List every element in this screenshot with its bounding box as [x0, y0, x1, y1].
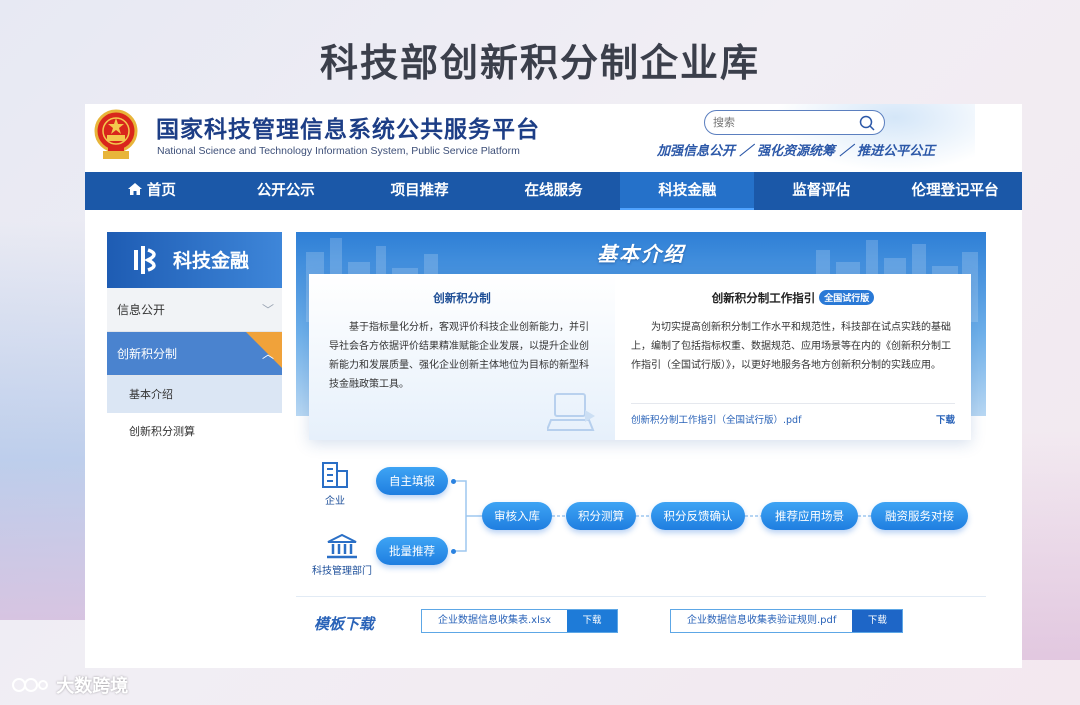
search-input[interactable]: [713, 116, 853, 129]
template-file-name[interactable]: 企业数据信息收集表验证规则.pdf: [671, 610, 853, 632]
card-text: 基于指标量化分析，客观评价科技企业创新能力，并引导社会各方依据评价结果精准赋能企…: [329, 322, 589, 390]
guide-download-button[interactable]: 下载: [936, 412, 955, 426]
sidebar: 科技金融 信息公开 ﹀ 创新积分制 ︿ 基本介绍 创新积分测算: [107, 232, 282, 450]
sidebar-item-label: 信息公开: [117, 303, 166, 317]
search-box[interactable]: [704, 110, 885, 135]
enterprise-building-icon: [322, 462, 348, 488]
flow-step-feedback: 积分反馈确认: [651, 502, 745, 530]
main-nav: 首页 公开公示 项目推荐 在线服务 科技金融 监督评估 伦理登记平台: [85, 172, 1022, 210]
card-work-guide: 创新积分制工作指引 全国试行版 为切实提高创新积分制工作水平和规范性，科技部在试点…: [615, 274, 971, 440]
watermark: 大数跨境: [10, 672, 128, 698]
template-file-name[interactable]: 企业数据信息收集表.xlsx: [422, 610, 568, 632]
guide-file-row: 创新积分制工作指引（全国试行版）.pdf 下载: [631, 403, 955, 426]
computer-illustration-icon: [547, 393, 595, 431]
sidebar-subitem-basic-intro[interactable]: 基本介绍: [107, 376, 282, 413]
watermark-text: 大数跨境: [56, 676, 129, 697]
actor-enterprise: 企业: [320, 461, 350, 507]
nav-item-tech-finance[interactable]: 科技金融: [620, 172, 755, 210]
card-heading: 创新积分制: [433, 291, 491, 305]
flow-step-scenarios: 推荐应用场景: [761, 502, 858, 530]
edition-badge: 全国试行版: [819, 290, 875, 305]
sidebar-item-innovation-points[interactable]: 创新积分制 ︿: [107, 332, 282, 376]
background-glow-right: [1020, 430, 1080, 660]
page-title: 科技部创新积分制企业库: [319, 41, 760, 85]
chevron-up-icon: ︿: [261, 347, 274, 361]
home-icon: [127, 183, 142, 195]
flow-step-review: 审核入库: [482, 502, 552, 530]
site-name-english: National Science and Technology Informat…: [157, 145, 520, 157]
actor-tech-dept: 科技管理部门: [300, 533, 384, 577]
flow-step-financing: 融资服务对接: [871, 502, 968, 530]
nav-item-supervision[interactable]: 监督评估: [754, 172, 888, 210]
nav-item-ethics-registration[interactable]: 伦理登记平台: [888, 172, 1022, 210]
sidebar-item-label: 创新积分制: [117, 347, 178, 361]
guide-file-link[interactable]: 创新积分制工作指引（全国试行版）.pdf: [631, 415, 801, 426]
template-download-button[interactable]: 下载: [567, 610, 618, 632]
nav-item-public-notice[interactable]: 公开公示: [219, 172, 353, 210]
flow-connector-dot: [451, 549, 456, 554]
sidebar-banner: 科技金融: [107, 232, 282, 288]
card-heading-text: 创新积分制工作指引: [711, 291, 816, 305]
sidebar-item-info-public[interactable]: 信息公开 ﹀: [107, 288, 282, 332]
card-innovation-points: 创新积分制 基于指标量化分析，客观评价科技企业创新能力，并引导社会各方依据评价结…: [309, 274, 615, 440]
watermark-logo-icon: [12, 678, 48, 692]
search-icon[interactable]: [858, 114, 876, 132]
government-building-icon: [327, 533, 357, 559]
flow-step-batch-recommend: 批量推荐: [376, 537, 448, 565]
tech-finance-logo-icon: [134, 246, 156, 274]
template-file-xlsx: 企业数据信息收集表.xlsx 下载: [421, 609, 619, 633]
card-text: 为切实提高创新积分制工作水平和规范性，科技部在试点实践的基础上，编制了包括指标权…: [631, 322, 951, 371]
header-slogan: 加强信息公开 ／ 强化资源统筹 ／ 推进公平公正: [657, 144, 936, 159]
intro-banner: 基本介绍 创新积分制 基于指标量化分析，客观评价科技企业创新能力，并引导社会各方…: [296, 232, 986, 440]
national-emblem-icon: [94, 109, 138, 159]
nav-item-project-recommend[interactable]: 项目推荐: [353, 172, 487, 210]
sidebar-subitem-points-calc[interactable]: 创新积分测算: [107, 413, 282, 450]
process-flow: 企业 科技管理部门 自主填报 批量推荐 审核入库 积分测算 积分反馈确认 推荐应…: [296, 457, 986, 587]
nav-item-label: 首页: [146, 183, 176, 199]
background-glow-left: [0, 220, 90, 620]
main-content: 基本介绍 创新积分制 基于指标量化分析，客观评价科技企业创新能力，并引导社会各方…: [296, 232, 986, 650]
sidebar-banner-title: 科技金融: [173, 250, 250, 272]
template-file-pdf: 企业数据信息收集表验证规则.pdf 下载: [670, 609, 904, 633]
actor-label: 科技管理部门: [312, 566, 372, 577]
template-download-bar: 模板下载 企业数据信息收集表.xlsx 下载 企业数据信息收集表验证规则.pdf…: [296, 596, 986, 650]
nav-item-online-service[interactable]: 在线服务: [487, 172, 621, 210]
flow-step-points-calc: 积分测算: [566, 502, 636, 530]
nav-item-home[interactable]: 首页: [85, 172, 219, 210]
flow-step-self-report: 自主填报: [376, 467, 448, 495]
site-header: 国家科技管理信息系统公共服务平台 National Science and Te…: [85, 104, 1022, 172]
screenshot-frame: 国家科技管理信息系统公共服务平台 National Science and Te…: [85, 104, 1022, 668]
actor-label: 企业: [325, 496, 345, 507]
flow-connector-dot: [451, 479, 456, 484]
chevron-down-icon: ﹀: [261, 303, 274, 317]
site-name: 国家科技管理信息系统公共服务平台: [156, 117, 540, 143]
template-download-button[interactable]: 下载: [852, 610, 903, 632]
card-heading: 创新积分制工作指引 全国试行版: [631, 290, 955, 306]
template-download-title: 模板下载: [314, 615, 375, 633]
intro-cards: 创新积分制 基于指标量化分析，客观评价科技企业创新能力，并引导社会各方依据评价结…: [309, 274, 971, 440]
intro-title: 基本介绍: [597, 242, 685, 266]
